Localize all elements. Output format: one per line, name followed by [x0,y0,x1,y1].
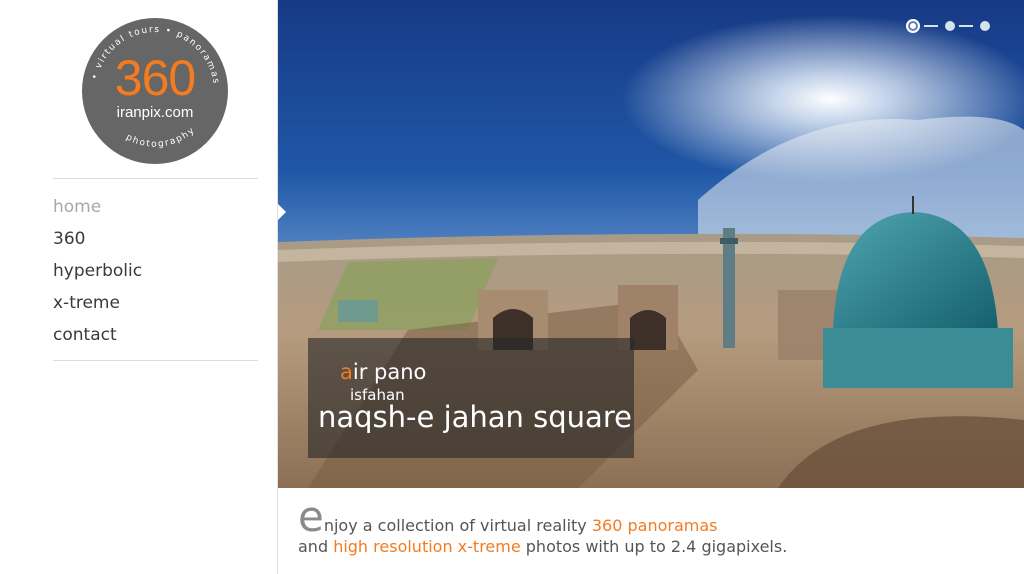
nav-divider-bottom [53,360,258,361]
intro-text-3: photos with up to 2.4 gigapixels. [520,537,788,556]
svg-text:photography: photography [124,125,197,149]
slide-caption: air pano isfahan naqsh-e jahan square [308,338,634,458]
nav-divider-top [53,178,258,179]
caption-title-first-letter: a [340,360,353,384]
intro-text-1: njoy a collection of virtual reality [323,516,592,535]
logo-number: 360 [114,50,196,106]
sidebar: • virtual tours • panoramas photography … [0,0,278,574]
slider-pagination [906,18,996,34]
caption-title-rest: ir pano [352,360,427,384]
nav-item-home[interactable]: home [53,194,142,226]
intro-text-2: and [298,537,334,556]
link-high-resolution-x-treme[interactable]: high resolution x-treme [333,537,521,556]
caption-heading: naqsh-e jahan square [318,400,632,434]
nav-item-contact[interactable]: contact [53,322,142,354]
link-360-panoramas[interactable]: 360 panoramas [592,516,718,535]
slide-dot-2[interactable] [945,21,955,31]
logo-ring-bottom: photography [124,125,196,149]
intro-text: enjoy a collection of virtual reality 36… [298,496,998,557]
logo-domain: iranpix.com [116,104,194,121]
site-logo[interactable]: • virtual tours • panoramas photography … [82,18,228,164]
slide-dot-connector [959,25,973,27]
intro-line-2: and high resolution x-treme photos with … [298,536,998,557]
slide-dot-3[interactable] [980,21,990,31]
intro-drop-letter: e [298,492,324,541]
main-nav: home 360 hyperbolic x-treme contact [53,194,142,354]
slide-dot-1[interactable] [906,19,920,33]
slide-dot-connector [924,25,938,27]
hero-slider[interactable]: air pano isfahan naqsh-e jahan square [278,0,1024,488]
nav-item-hyperbolic[interactable]: hyperbolic [53,258,142,290]
caption-title: air pano [340,360,426,384]
nav-item-360[interactable]: 360 [53,226,142,258]
hero-pointer [278,204,286,220]
nav-item-x-treme[interactable]: x-treme [53,290,142,322]
